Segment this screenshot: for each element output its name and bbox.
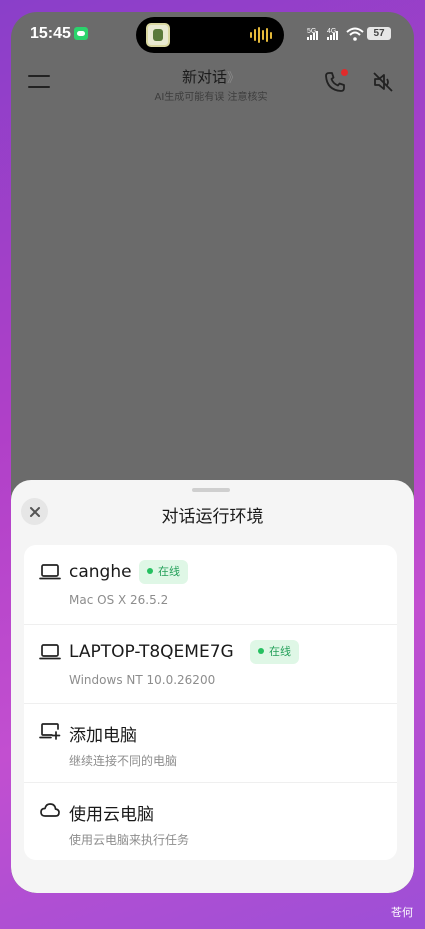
menu-icon[interactable] <box>28 74 50 90</box>
signal-bars-icon-2 <box>327 30 338 40</box>
status-time: 15:45 <box>30 25 71 42</box>
ai-disclaimer: AI生成可能有误 注意核实 <box>154 92 268 103</box>
page-title-text: 新对话 <box>181 68 227 86</box>
online-dot-icon <box>258 648 264 654</box>
wifi-icon <box>346 27 364 41</box>
list-item-canghe[interactable]: canghe 在线 Mac OS X 26.5.2 <box>24 545 397 624</box>
os-version: Mac OS X 26.5.2 <box>69 593 169 607</box>
cloud-icon <box>40 803 60 817</box>
computer-name: canghe <box>69 562 132 582</box>
add-computer-description: 继续连接不同的电脑 <box>69 754 178 768</box>
battery-indicator: 57 <box>367 27 391 40</box>
status-badge-label: 在线 <box>158 565 180 578</box>
status-badge: 在线 <box>139 560 188 584</box>
audio-wave-icon <box>250 27 272 43</box>
laptop-icon <box>39 644 61 660</box>
environment-list: canghe 在线 Mac OS X 26.5.2 LAPTOP-T8QEME7… <box>24 545 397 860</box>
online-dot-icon <box>147 568 153 574</box>
laptop-icon <box>39 564 61 580</box>
runtime-environment-sheet: 对话运行环境 canghe 在线 Mac OS X 26.5.2 LAPTOP-… <box>11 480 414 893</box>
os-version: Windows NT 10.0.26200 <box>69 673 216 687</box>
status-bar: 15:45 5G 4G 57 <box>11 12 414 58</box>
list-item-laptop[interactable]: LAPTOP-T8QEME7G 在线 Windows NT 10.0.26200 <box>24 624 397 703</box>
add-computer-label: 添加电脑 <box>69 726 137 746</box>
list-item-cloud-computer[interactable]: 使用云电脑 使用云电脑来执行任务 <box>24 782 397 861</box>
watermark: 苍何 <box>391 906 413 919</box>
dynamic-island[interactable] <box>136 17 284 53</box>
status-badge: 在线 <box>250 640 299 664</box>
chevron-right-icon: 》 <box>227 71 241 86</box>
speaker-muted-icon[interactable] <box>371 70 395 94</box>
wechat-notification-icon <box>74 27 88 40</box>
computer-name: LAPTOP-T8QEME7G <box>69 642 234 662</box>
cloud-computer-label: 使用云电脑 <box>69 805 154 825</box>
list-item-add-computer[interactable]: 添加电脑 继续连接不同的电脑 <box>24 703 397 782</box>
media-thumbnail-icon <box>146 23 170 47</box>
sheet-drag-handle[interactable] <box>192 488 230 492</box>
page-title: 新对话》 <box>111 66 311 87</box>
sheet-title: 对话运行环境 <box>161 507 264 527</box>
signal-bars-icon <box>307 30 318 40</box>
notification-dot <box>341 69 348 76</box>
conversation-header[interactable]: 新对话》 AI生成可能有误 注意核实 <box>111 66 311 103</box>
phone-screen: 15:45 5G 4G 57 新对话》 AI生成可能有误 注意核实 对话运行环境… <box>11 12 414 893</box>
cloud-computer-description: 使用云电脑来执行任务 <box>69 833 190 847</box>
status-badge-label: 在线 <box>269 645 291 658</box>
add-computer-icon <box>39 723 61 740</box>
